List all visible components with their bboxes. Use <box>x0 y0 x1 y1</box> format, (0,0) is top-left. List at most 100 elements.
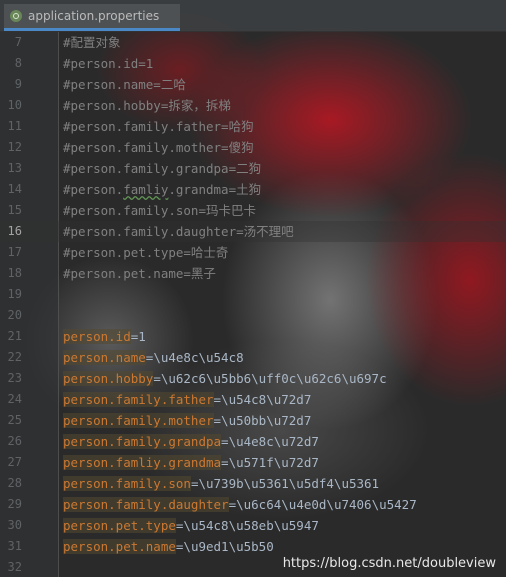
property-key: person.hobby <box>63 371 154 386</box>
property-value: \u50bb\u72d7 <box>221 413 312 428</box>
line-number: 27 <box>7 455 22 469</box>
line-number: 17 <box>7 245 22 259</box>
line-number: 15 <box>7 203 22 217</box>
line-number: 9 <box>14 77 22 91</box>
code-line[interactable]: 17 #person.pet.type=哈士奇 <box>0 242 506 263</box>
tab-bar: application.properties <box>0 0 506 32</box>
code-line[interactable]: 20 <box>0 305 506 326</box>
line-number: 7 <box>14 35 22 49</box>
code-line[interactable]: 24 person.family.father=\u54c8\u72d7 <box>0 389 506 410</box>
line-number: 25 <box>7 413 22 427</box>
line-number: 13 <box>7 161 22 175</box>
comment-text: #person.family.father=哈狗 <box>63 119 254 134</box>
code-line[interactable]: 18 #person.pet.name=黑子 <box>0 263 506 284</box>
code-line[interactable]: 12 #person.family.mother=傻狗 <box>0 137 506 158</box>
code-line[interactable]: 31 person.pet.name=\u9ed1\u5b50 <box>0 536 506 557</box>
properties-file-icon <box>10 10 22 22</box>
code-line[interactable]: 23 person.hobby=\u62c6\u5bb6\uff0c\u62c6\… <box>0 368 506 389</box>
code-line[interactable]: 25 person.family.mother=\u50bb\u72d7 <box>0 410 506 431</box>
line-content: person.pet.name=\u9ed1\u5b50 <box>63 536 274 557</box>
line-content: #person.pet.type=哈士奇 <box>63 242 228 263</box>
property-value: \u739b\u5361\u5df4\u5361 <box>198 476 380 491</box>
line-number: 22 <box>7 350 22 364</box>
property-key: person.pet.name <box>63 539 176 554</box>
line-number: 23 <box>7 371 22 385</box>
code-line[interactable]: 26 person.family.grandpa=\u4e8c\u72d7 <box>0 431 506 452</box>
property-key: person.name <box>63 350 146 365</box>
line-number: 29 <box>7 497 22 511</box>
code-line[interactable]: 28 person.family.son=\u739b\u5361\u5df4\u… <box>0 473 506 494</box>
line-number: 20 <box>7 308 22 322</box>
property-value: \u571f\u72d7 <box>228 455 319 470</box>
tab-application-properties[interactable]: application.properties <box>4 4 180 31</box>
line-content: person.pet.type=\u54c8\u58eb\u5947 <box>63 515 319 536</box>
code-line[interactable]: 27 person.famliy.grandma=\u571f\u72d7 <box>0 452 506 473</box>
code-line[interactable]: 21 person.id=1 <box>0 326 506 347</box>
typo-word: famliy <box>123 182 169 197</box>
line-number: 18 <box>7 266 22 280</box>
code-line[interactable]: 16 #person.family.daughter=汤不理吧 <box>0 221 506 242</box>
code-line[interactable]: 7 #配置对象 <box>0 32 506 53</box>
line-number: 21 <box>7 329 22 343</box>
line-content: #person.famliy.grandma=土狗 <box>63 179 261 200</box>
comment-text: #person.pet.type=哈士奇 <box>63 245 229 260</box>
equals-sign: = <box>213 413 222 428</box>
line-content: person.family.son=\u739b\u5361\u5df4\u53… <box>63 473 379 494</box>
line-number: 26 <box>7 434 22 448</box>
line-content: #person.family.grandpa=二狗 <box>63 158 261 179</box>
equals-sign: = <box>153 371 161 386</box>
line-content: #person.pet.name=黑子 <box>63 263 216 284</box>
editor-window: application.properties 7 #配置对象 8 #person.id… <box>0 0 506 577</box>
watermark-text: https://blog.csdn.net/doubleview <box>282 556 496 571</box>
equals-sign: = <box>221 434 229 449</box>
code-line[interactable]: 11 #person.family.father=哈狗 <box>0 116 506 137</box>
line-number: 14 <box>7 182 22 196</box>
line-content: person.family.father=\u54c8\u72d7 <box>63 389 311 410</box>
line-content: #person.family.daughter=汤不理吧 <box>63 221 294 242</box>
line-content: #配置对象 <box>63 32 121 53</box>
line-number: 30 <box>7 518 22 532</box>
line-number: 16 <box>7 224 22 238</box>
property-key: person.pet.type <box>63 518 176 533</box>
line-content: person.famliy.grandma=\u571f\u72d7 <box>63 452 319 473</box>
property-value: \u4e8c\u54c8 <box>153 350 244 365</box>
property-key: person.family.daughter <box>63 497 229 512</box>
code-line[interactable]: 13 #person.family.grandpa=二狗 <box>0 158 506 179</box>
comment-text: #person.family.son=玛卡巴卡 <box>63 203 256 218</box>
comment-text: #person.family.grandpa=二狗 <box>63 161 262 176</box>
property-key: person.famliy.grandma <box>63 455 222 470</box>
code-line[interactable]: 8 #person.id=1 <box>0 53 506 74</box>
tab-label: application.properties <box>28 9 160 23</box>
line-content: person.hobby=\u62c6\u5bb6\uff0c\u62c6\u6… <box>63 368 387 389</box>
equals-sign: = <box>213 392 222 407</box>
comment-text: #配置对象 <box>63 35 121 50</box>
comment-text: #person.hobby=拆家，拆梯 <box>63 98 231 113</box>
line-content: person.family.grandpa=\u4e8c\u72d7 <box>63 431 319 452</box>
equals-sign: = <box>228 497 237 512</box>
line-content: person.family.daughter=\u6c64\u4e0d\u740… <box>63 494 417 515</box>
comment-text: #person. <box>63 182 124 197</box>
property-key: person.family.mother <box>63 413 214 428</box>
code-line[interactable]: 29 person.family.daughter=\u6c64\u4e0d\u7… <box>0 494 506 515</box>
property-value: 1 <box>138 329 146 344</box>
code-area[interactable]: 7 #配置对象 8 #person.id=1 9 #person.name=二哈 10 #pe… <box>0 32 506 577</box>
line-content: #person.id=1 <box>63 53 153 74</box>
property-value: \u54c8\u58eb\u5947 <box>183 518 319 533</box>
code-line[interactable]: 14 #person.famliy.grandma=土狗 <box>0 179 506 200</box>
comment-text: .grandma=土狗 <box>168 182 262 197</box>
property-value: \u9ed1\u5b50 <box>183 539 274 554</box>
code-line[interactable]: 19 <box>0 284 506 305</box>
code-line[interactable]: 10 #person.hobby=拆家，拆梯 <box>0 95 506 116</box>
equals-sign: = <box>221 455 229 470</box>
line-number: 24 <box>7 392 22 406</box>
line-content: #person.family.father=哈狗 <box>63 116 254 137</box>
property-key: person.family.father <box>63 392 214 407</box>
property-key: person.family.son <box>63 476 191 491</box>
code-line[interactable]: 9 #person.name=二哈 <box>0 74 506 95</box>
line-content: person.family.mother=\u50bb\u72d7 <box>63 410 311 431</box>
line-number: 12 <box>7 140 22 154</box>
code-line[interactable]: 22 person.name=\u4e8c\u54c8 <box>0 347 506 368</box>
code-line[interactable]: 30 person.pet.type=\u54c8\u58eb\u5947 <box>0 515 506 536</box>
code-line[interactable]: 15 #person.family.son=玛卡巴卡 <box>0 200 506 221</box>
comment-text: #person.family.daughter=汤不理吧 <box>63 224 294 239</box>
